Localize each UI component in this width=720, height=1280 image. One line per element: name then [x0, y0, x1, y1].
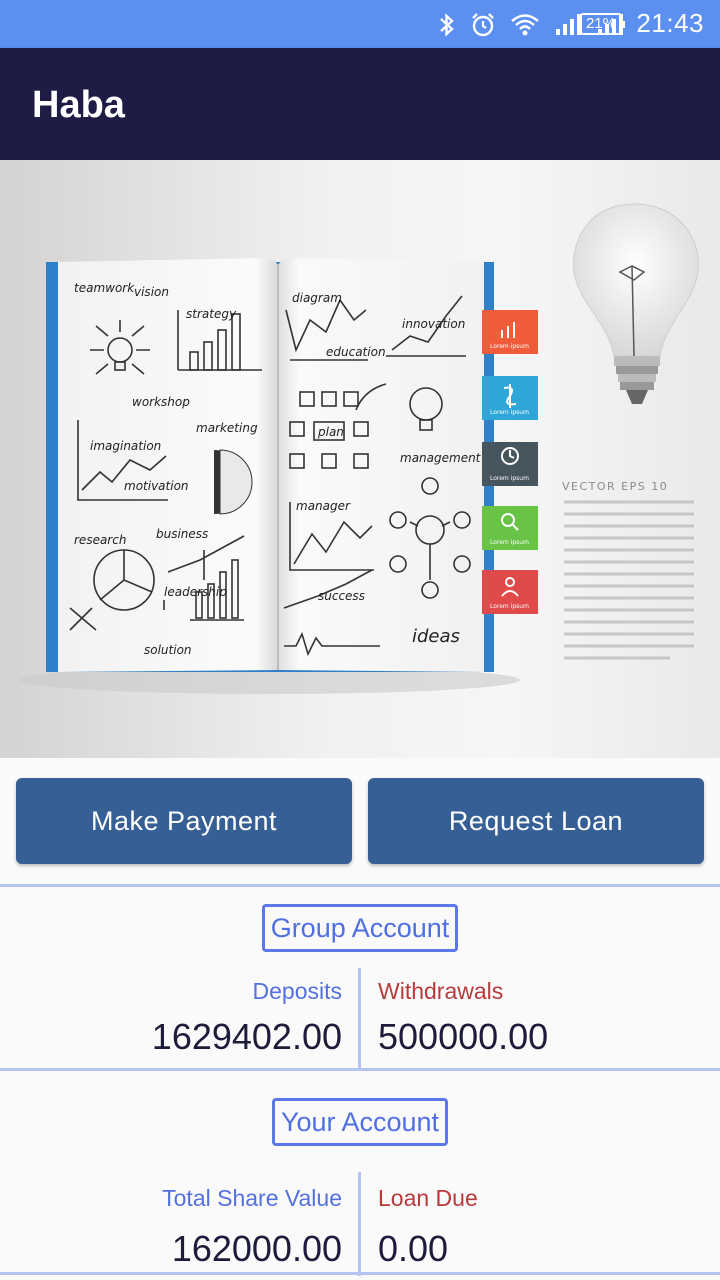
loan-due-label: Loan Due	[378, 1185, 478, 1211]
total-share-value: 162000.00	[171, 1228, 342, 1269]
side-text-title: VECTOR EPS 10	[562, 480, 668, 493]
wifi-icon	[511, 14, 539, 36]
action-buttons: Make Payment Request Loan	[0, 778, 720, 864]
divider	[0, 1068, 720, 1071]
svg-text:plan: plan	[317, 425, 344, 439]
status-bar: 21% 21:43	[0, 0, 720, 48]
svg-text:Lorem ipsum: Lorem ipsum	[490, 475, 529, 482]
hero-banner: teamwork vision strategy workshop imaginat…	[0, 160, 720, 758]
svg-text:motivation: motivation	[124, 479, 189, 493]
svg-text:solution: solution	[144, 643, 192, 657]
svg-text:success: success	[318, 589, 365, 603]
group-account-title: Group Account	[261, 904, 459, 952]
request-loan-button[interactable]: Request Loan	[368, 778, 704, 864]
app-title: Haba	[32, 84, 125, 126]
signal-icon	[556, 14, 581, 35]
column-divider	[358, 968, 361, 1068]
svg-text:Lorem ipsum: Lorem ipsum	[490, 603, 529, 610]
svg-text:imagination: imagination	[90, 439, 161, 453]
svg-text:marketing: marketing	[196, 421, 258, 435]
svg-text:Lorem ipsum: Lorem ipsum	[490, 409, 529, 416]
your-account-title: Your Account	[271, 1098, 449, 1146]
svg-text:vision: vision	[134, 285, 169, 299]
light-bulb	[573, 203, 699, 404]
column-divider	[358, 1172, 361, 1276]
svg-text:diagram: diagram	[292, 291, 342, 305]
bluetooth-icon	[440, 13, 454, 37]
svg-text:strategy: strategy	[186, 307, 237, 321]
loan-due-value: 0.00	[378, 1228, 449, 1269]
svg-text:workshop: workshop	[132, 395, 190, 409]
svg-text:innovation: innovation	[402, 317, 465, 331]
withdrawals-value: 500000.00	[378, 1016, 549, 1057]
deposits-value: 1629402.00	[151, 1016, 342, 1057]
svg-text:ideas: ideas	[412, 626, 460, 647]
divider	[0, 884, 720, 887]
deposits-label: Deposits	[252, 978, 342, 1004]
status-time: 21:43	[636, 8, 704, 38]
svg-text:leadership: leadership	[164, 585, 227, 599]
divider	[0, 1272, 720, 1275]
total-share-value-label: Total Share Value	[162, 1185, 342, 1211]
alarm-icon	[472, 13, 494, 37]
svg-text:teamwork: teamwork	[74, 281, 135, 295]
svg-text:business: business	[156, 527, 208, 541]
withdrawals-label: Withdrawals	[378, 978, 504, 1004]
battery-indicator: 21%	[579, 13, 626, 35]
app-bar: Haba	[0, 48, 720, 160]
make-payment-button[interactable]: Make Payment	[16, 778, 352, 864]
svg-text:Lorem ipsum: Lorem ipsum	[490, 343, 529, 350]
group-account-section-title: Group Account	[0, 904, 720, 952]
svg-text:Lorem ipsum: Lorem ipsum	[490, 539, 529, 546]
svg-text:management: management	[400, 451, 482, 465]
hero-illustration: teamwork vision strategy workshop imaginat…	[20, 203, 699, 694]
svg-text:manager: manager	[296, 499, 351, 513]
svg-text:research: research	[74, 533, 126, 547]
your-account-section-title: Your Account	[0, 1098, 720, 1146]
svg-text:education: education	[326, 345, 386, 359]
